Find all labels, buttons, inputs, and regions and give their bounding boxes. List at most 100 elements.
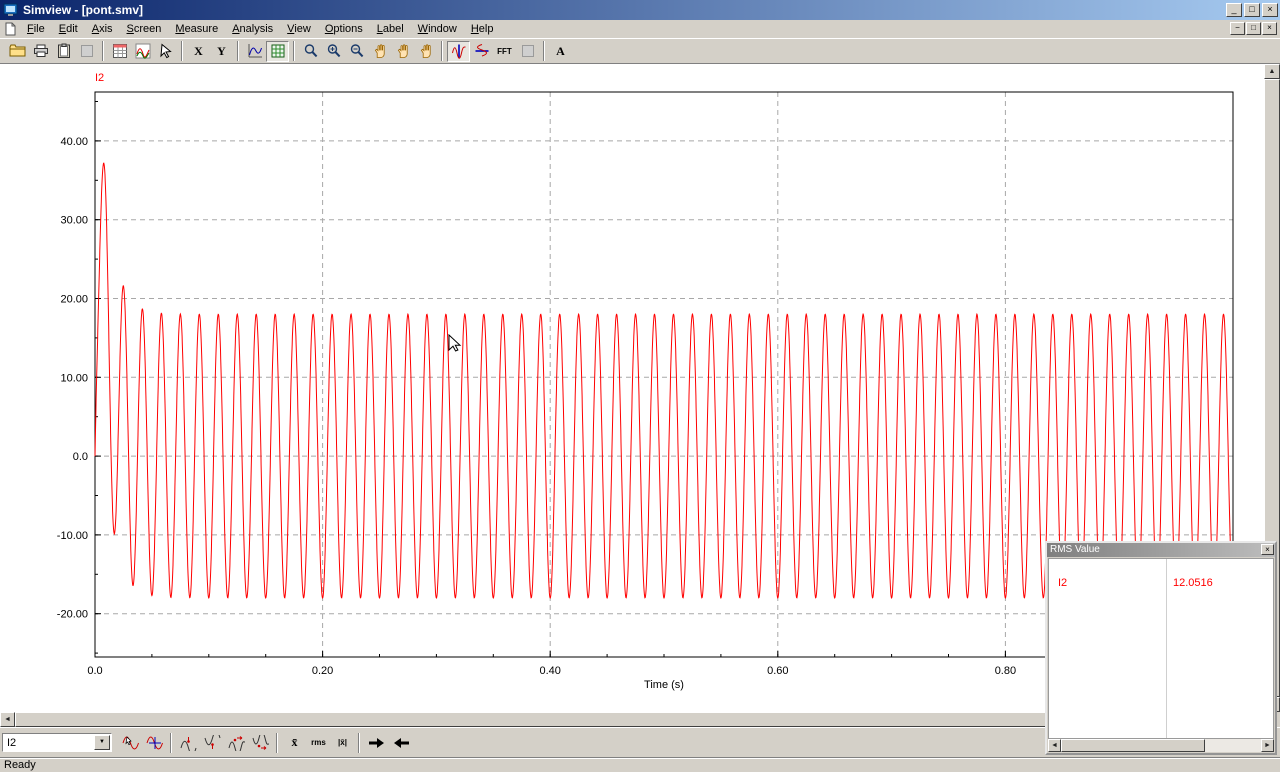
select-button[interactable] — [154, 41, 177, 62]
view-data-points-button[interactable] — [108, 41, 131, 62]
pan-button[interactable] — [368, 41, 391, 62]
menu-help[interactable]: Help — [464, 21, 501, 37]
svg-text:20.00: 20.00 — [60, 294, 88, 306]
menu-file[interactable]: File — [20, 21, 52, 37]
wave-max-icon — [180, 735, 198, 751]
clipboard-icon — [56, 43, 72, 59]
toolbar-separator — [181, 41, 183, 61]
print-button[interactable] — [29, 41, 52, 62]
scroll-left-button[interactable]: ◄ — [0, 712, 15, 727]
rms-scrollbar-track[interactable] — [1061, 739, 1261, 752]
minimize-button[interactable]: _ — [1226, 3, 1242, 17]
plot-properties-button[interactable] — [131, 41, 154, 62]
unavailable-2-button[interactable] — [516, 41, 539, 62]
grid-button[interactable] — [266, 40, 289, 62]
rms-scroll-left-button[interactable]: ◄ — [1048, 739, 1061, 752]
maximize-button[interactable]: □ — [1244, 3, 1260, 17]
y-axis-settings-label: Y — [217, 43, 226, 58]
measure-snap-button[interactable] — [119, 732, 142, 753]
window-title: Simview - [pont.smv] — [23, 3, 144, 17]
rms-window-title: RMS Value — [1050, 544, 1100, 555]
child-window-icon[interactable] — [3, 22, 17, 36]
x-axis-settings-label: X — [194, 43, 203, 58]
mdi-minimize-button[interactable]: − — [1230, 22, 1245, 35]
add-screen-button[interactable] — [243, 41, 266, 62]
toolbar-separator — [441, 41, 443, 61]
rms-button[interactable]: rms — [307, 732, 330, 753]
svg-text:40.00: 40.00 — [60, 136, 88, 148]
next-peak-button[interactable] — [225, 732, 248, 753]
mdi-restore-button[interactable]: □ — [1246, 22, 1261, 35]
measure-y-icon — [474, 43, 490, 59]
rms-value-window[interactable]: RMS Value × I2 12.0516 ◄ ► — [1045, 541, 1277, 755]
fft-button[interactable]: FFT — [493, 41, 516, 62]
measure-crosshair-button[interactable] — [143, 732, 166, 753]
rms-horizontal-scrollbar[interactable]: ◄ ► — [1048, 739, 1274, 752]
menu-analysis[interactable]: Analysis — [225, 21, 280, 37]
global-min-button[interactable] — [201, 732, 224, 753]
mouse-cursor — [448, 334, 462, 352]
global-max-button[interactable] — [177, 732, 200, 753]
open-button[interactable] — [6, 41, 29, 62]
average-abs-button[interactable]: |x̄| — [331, 732, 354, 753]
status-bar: Ready — [0, 757, 1280, 772]
wave-next-valley-icon — [252, 734, 270, 751]
unavailable-1-button[interactable] — [75, 41, 98, 62]
pan-horizontal-button[interactable] — [391, 41, 414, 62]
next-point-left-button[interactable] — [389, 732, 412, 753]
title-bar[interactable]: Simview - [pont.smv] _ □ × — [0, 0, 1280, 20]
arrow-left-icon — [392, 736, 410, 750]
add-text-button[interactable]: A — [549, 41, 572, 62]
rms-scroll-right-button[interactable]: ► — [1261, 739, 1274, 752]
x-axis-settings-button[interactable]: X — [187, 41, 210, 62]
menu-measure[interactable]: Measure — [168, 21, 225, 37]
grid-icon — [270, 43, 286, 59]
rms-close-button[interactable]: × — [1261, 544, 1274, 555]
y-axis-settings-button[interactable]: Y — [210, 41, 233, 62]
average-abs-label: |x̄| — [338, 738, 347, 747]
arrow-right-icon — [368, 736, 386, 750]
menu-view[interactable]: View — [280, 21, 318, 37]
curves-icon — [135, 43, 151, 59]
pan-vertical-button[interactable] — [414, 41, 437, 62]
mdi-close-button[interactable]: × — [1262, 22, 1277, 35]
toolbar-separator — [102, 41, 104, 61]
dropdown-arrow-icon[interactable]: ▼ — [94, 735, 110, 750]
measure-x-icon — [451, 43, 467, 59]
signal-selector-value: I2 — [7, 736, 17, 749]
menu-screen[interactable]: Screen — [120, 21, 169, 37]
close-button[interactable]: × — [1262, 3, 1278, 17]
magnifier-minus-icon — [349, 43, 365, 59]
next-point-right-button[interactable] — [365, 732, 388, 753]
zoom-out-button[interactable] — [345, 41, 368, 62]
toolbar-separator — [358, 732, 360, 753]
wave-min-icon — [204, 734, 222, 751]
measure-x-button[interactable] — [447, 40, 470, 62]
svg-text:10.00: 10.00 — [60, 372, 88, 384]
svg-text:0.80: 0.80 — [995, 665, 1016, 677]
menu-window[interactable]: Window — [411, 21, 464, 37]
average-button[interactable]: x̄ — [283, 732, 306, 753]
wave-next-peak-icon — [228, 735, 246, 751]
signal-selector[interactable]: I2 ▼ — [2, 733, 112, 752]
rms-scrollbar-thumb[interactable] — [1061, 739, 1205, 752]
magnifier-icon — [303, 43, 319, 59]
svg-text:-20.00: -20.00 — [57, 609, 88, 621]
menu-label[interactable]: Label — [370, 21, 411, 37]
average-label: x̄ — [291, 735, 298, 749]
app-icon — [3, 3, 19, 17]
menu-edit[interactable]: Edit — [52, 21, 85, 37]
copy-button[interactable] — [52, 41, 75, 62]
scroll-up-button[interactable]: ▲ — [1264, 64, 1280, 79]
next-valley-button[interactable] — [249, 732, 272, 753]
toolbar-separator — [543, 41, 545, 61]
zoom-in-button[interactable] — [322, 41, 345, 62]
menu-axis[interactable]: Axis — [85, 21, 120, 37]
toolbar-separator — [276, 732, 278, 753]
measure-y-button[interactable] — [470, 41, 493, 62]
fft-label: FFT — [497, 46, 512, 56]
zoom-button[interactable] — [299, 41, 322, 62]
svg-text:0.0: 0.0 — [87, 665, 102, 677]
rms-window-titlebar[interactable]: RMS Value × — [1047, 543, 1275, 557]
menu-options[interactable]: Options — [318, 21, 370, 37]
